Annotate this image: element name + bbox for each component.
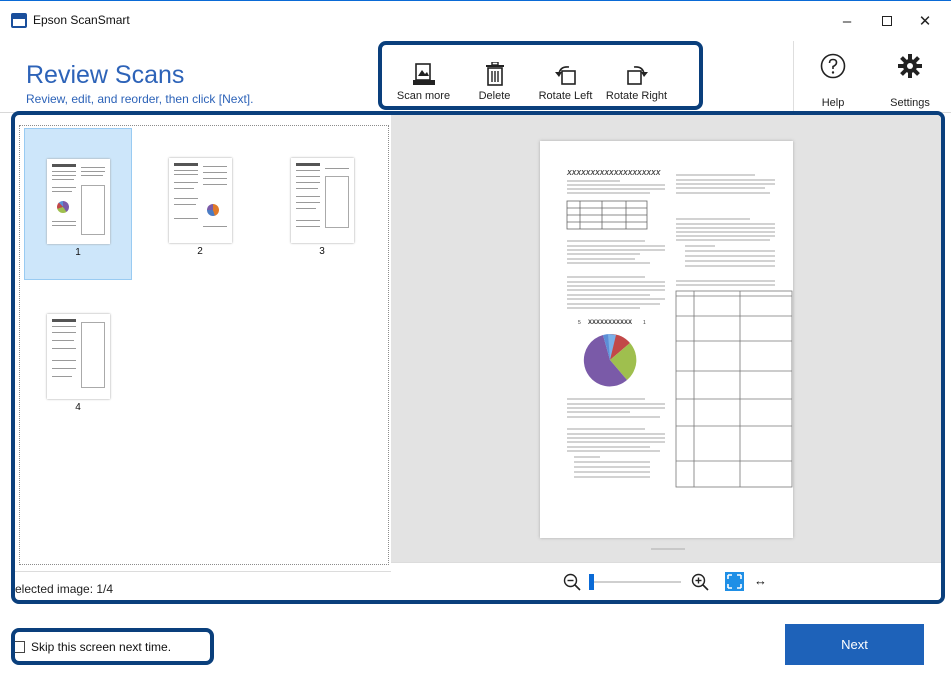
- next-button[interactable]: Next: [785, 624, 924, 665]
- preview-pie-chart: [583, 333, 637, 387]
- delete-button[interactable]: Delete: [459, 45, 530, 106]
- thumbnail-number: 4: [75, 402, 81, 413]
- help-button[interactable]: Help: [805, 53, 861, 109]
- scan-more-icon: [412, 63, 435, 85]
- window-title: Epson ScanSmart: [33, 13, 130, 27]
- delete-label: Delete: [478, 90, 511, 102]
- zoom-out-icon[interactable]: [563, 573, 581, 591]
- thumbnail-page-2[interactable]: 2: [146, 128, 254, 280]
- maximize-icon: [882, 16, 892, 26]
- thumbnail-number: 1: [75, 247, 81, 258]
- preview-pie-label-1: 5: [578, 320, 581, 326]
- header-separator: [793, 41, 794, 112]
- minimize-button[interactable]: –: [829, 7, 865, 35]
- page-title: Review Scans: [26, 61, 185, 89]
- rotate-right-label: Rotate Right: [605, 90, 668, 102]
- review-panel: 1 2 3 4 elected image: 1/4 XXXXXXXXXXXXX…: [11, 111, 945, 604]
- settings-button[interactable]: Settings: [882, 53, 938, 109]
- app-window: Epson ScanSmart – ✕ Review Scans Review,…: [0, 0, 951, 682]
- thumbnail-page-4[interactable]: 4: [24, 290, 132, 442]
- fit-to-page-icon[interactable]: [725, 572, 744, 591]
- preview-heading: XXXXXXXXXXXXXXXXXXXX: [566, 170, 662, 177]
- zoom-slider-track[interactable]: [589, 581, 681, 583]
- thumbnail-image: [46, 159, 110, 244]
- thumbnail-image: [290, 158, 354, 243]
- preview-document-graphic: XXXXXXXXXXXXXXXXXXXX XXXXXXXXXXX 5 1: [566, 170, 793, 488]
- rotate-left-label: Rotate Left: [538, 90, 593, 102]
- maximize-button[interactable]: [869, 7, 905, 35]
- edit-toolbar: Scan more Delete Rotate Left Rotate Righ…: [378, 41, 703, 110]
- zoom-slider-handle[interactable]: [589, 574, 594, 590]
- help-label: Help: [821, 97, 845, 109]
- rotate-left-button[interactable]: Rotate Left: [530, 45, 601, 106]
- preview-chart-label: XXXXXXXXXXX: [588, 320, 632, 326]
- close-button[interactable]: ✕: [907, 7, 943, 35]
- rotate-left-icon: [554, 66, 576, 85]
- scan-more-label: Scan more: [396, 90, 451, 102]
- skip-screen-label: Skip this screen next time.: [31, 639, 172, 654]
- rotate-right-button[interactable]: Rotate Right: [601, 45, 672, 106]
- thumbnail-list[interactable]: 1 2 3 4: [19, 125, 389, 565]
- rotate-right-icon: [626, 66, 648, 85]
- thumbnail-image: [46, 314, 110, 399]
- preview-pie-label-2: 1: [643, 320, 646, 326]
- thumbnail-image: [168, 158, 232, 243]
- zoom-toolbar: ↔: [391, 562, 941, 600]
- gear-icon: [898, 54, 922, 78]
- thumbnail-page-1[interactable]: 1: [24, 128, 132, 280]
- fit-width-icon[interactable]: ↔: [754, 573, 767, 588]
- page-preview-area[interactable]: XXXXXXXXXXXXXXXXXXXX XXXXXXXXXXX 5 1: [391, 115, 941, 562]
- app-logo-icon: [11, 13, 27, 28]
- preview-scroll-indicator: [651, 548, 685, 550]
- scan-more-button[interactable]: Scan more: [388, 45, 459, 106]
- thumbnail-page-3[interactable]: 3: [268, 128, 376, 280]
- checkbox-icon[interactable]: [15, 640, 25, 653]
- thumbnail-number: 2: [197, 246, 203, 257]
- page-subtitle: Review, edit, and reorder, then click [N…: [26, 92, 254, 106]
- selected-image-status: elected image: 1/4: [15, 582, 114, 596]
- trash-icon: [485, 62, 504, 86]
- preview-page: XXXXXXXXXXXXXXXXXXXX XXXXXXXXXXX 5 1: [540, 141, 793, 538]
- zoom-in-icon[interactable]: [691, 573, 709, 591]
- thumbnail-number: 3: [319, 246, 325, 257]
- title-bar: Epson ScanSmart – ✕: [0, 1, 951, 41]
- status-divider: [15, 571, 391, 572]
- help-icon: [820, 53, 846, 79]
- skip-screen-checkbox[interactable]: Skip this screen next time.: [11, 628, 214, 665]
- settings-label: Settings: [890, 97, 930, 109]
